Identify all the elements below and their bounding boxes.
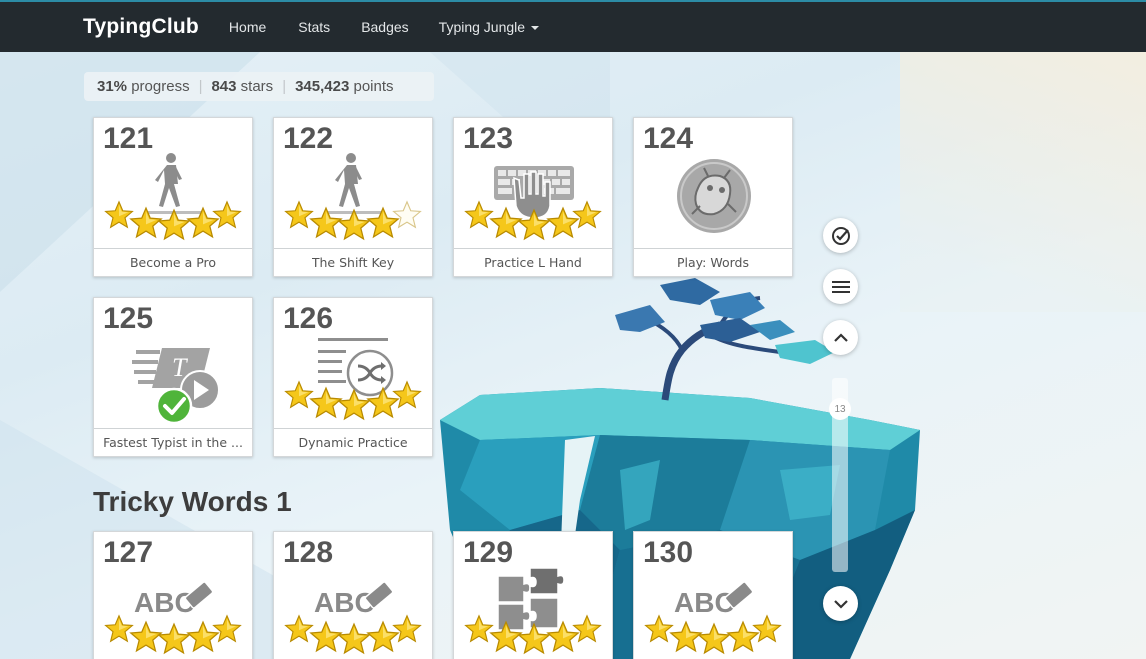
lesson-title: Become a Pro [129, 255, 217, 270]
top-navbar: TypingClub Home Stats Badges Typing Jung… [0, 0, 1146, 52]
lesson-title: The Shift Key [311, 255, 395, 270]
nav-dropdown-label: Typing Jungle [438, 19, 526, 35]
abc-eraser-icon: ABC [285, 581, 421, 654]
points-label: points [353, 78, 394, 95]
lesson-title: Fastest Typist in the ... [103, 435, 243, 450]
brand-logo[interactable]: TypingClub [83, 15, 199, 39]
lesson-card[interactable]: 125 T Fastest Typist in the ... [93, 297, 253, 457]
menu-button[interactable] [823, 269, 858, 304]
progress-percent: 31% [97, 78, 128, 95]
level-scroll-thumb[interactable]: 13 [829, 398, 851, 420]
lesson-title-bar: Play: Words [634, 248, 792, 276]
section-title: Tricky Words 1 [93, 486, 292, 517]
abc-text: ABC [314, 587, 375, 618]
lesson-card[interactable]: 126 Dynamic Practice [273, 297, 433, 457]
lesson-card[interactable]: 127 ABC [93, 531, 253, 659]
lesson-card[interactable]: 129 [453, 531, 613, 659]
lesson-card[interactable]: 130 ABC [633, 531, 793, 659]
walking-person-icon [285, 153, 421, 240]
abc-eraser-icon: ABC [105, 581, 241, 654]
scroll-up-button[interactable] [823, 320, 858, 355]
menu-icon [831, 280, 850, 293]
lesson-title-bar: Fastest Typist in the ... [94, 428, 252, 456]
lesson-title: Dynamic Practice [298, 435, 408, 450]
lesson-card[interactable]: 123 Practice L Hand [453, 117, 613, 277]
lesson-title: Play: Words [677, 255, 749, 270]
lesson-title: Practice L Hand [484, 255, 582, 270]
lesson-card[interactable]: 124 Play: Words [633, 117, 793, 277]
chevron-down-icon [833, 599, 848, 609]
keyboard-hand-icon [465, 166, 601, 240]
lesson-title-bar: The Shift Key [274, 248, 432, 276]
lesson-card[interactable]: 128 ABC [273, 531, 433, 659]
stars-count: 843 [211, 78, 237, 95]
points-count: 345,423 [295, 78, 350, 95]
speed-video-icon: T [132, 348, 220, 425]
check-circle-button[interactable] [823, 218, 858, 253]
abc-text: ABC [134, 587, 195, 618]
caret-down-icon [531, 25, 540, 30]
game-creature-icon [677, 159, 751, 233]
divider: | [282, 78, 287, 95]
nav-dropdown-typing-jungle[interactable]: Typing Jungle [438, 19, 540, 35]
shuffle-list-icon [285, 338, 421, 420]
divider: | [198, 78, 203, 95]
nav-link-home[interactable]: Home [229, 19, 266, 35]
abc-text: ABC [674, 587, 735, 618]
lesson-title-bar: Practice L Hand [454, 248, 612, 276]
lesson-card[interactable]: 122 The Shift Key [273, 117, 433, 277]
nav-link-stats[interactable]: Stats [298, 19, 330, 35]
check-circle-icon [831, 226, 850, 245]
background-facet [900, 52, 1146, 312]
puzzle-icon [465, 567, 601, 654]
scroll-down-button[interactable] [823, 586, 858, 621]
progress-summary: 31% progress | 843 stars | 345,423 point… [84, 72, 434, 101]
lesson-card[interactable]: 121 Become a Pro [93, 117, 253, 277]
stars-label: stars [240, 78, 274, 95]
lesson-title-bar: Dynamic Practice [274, 428, 432, 456]
chevron-up-icon [833, 332, 848, 342]
abc-eraser-icon: ABC [645, 581, 781, 654]
walking-person-icon [105, 153, 241, 240]
nav-link-badges[interactable]: Badges [361, 19, 408, 35]
progress-label: progress [131, 78, 190, 95]
lesson-title-bar: Become a Pro [94, 248, 252, 276]
